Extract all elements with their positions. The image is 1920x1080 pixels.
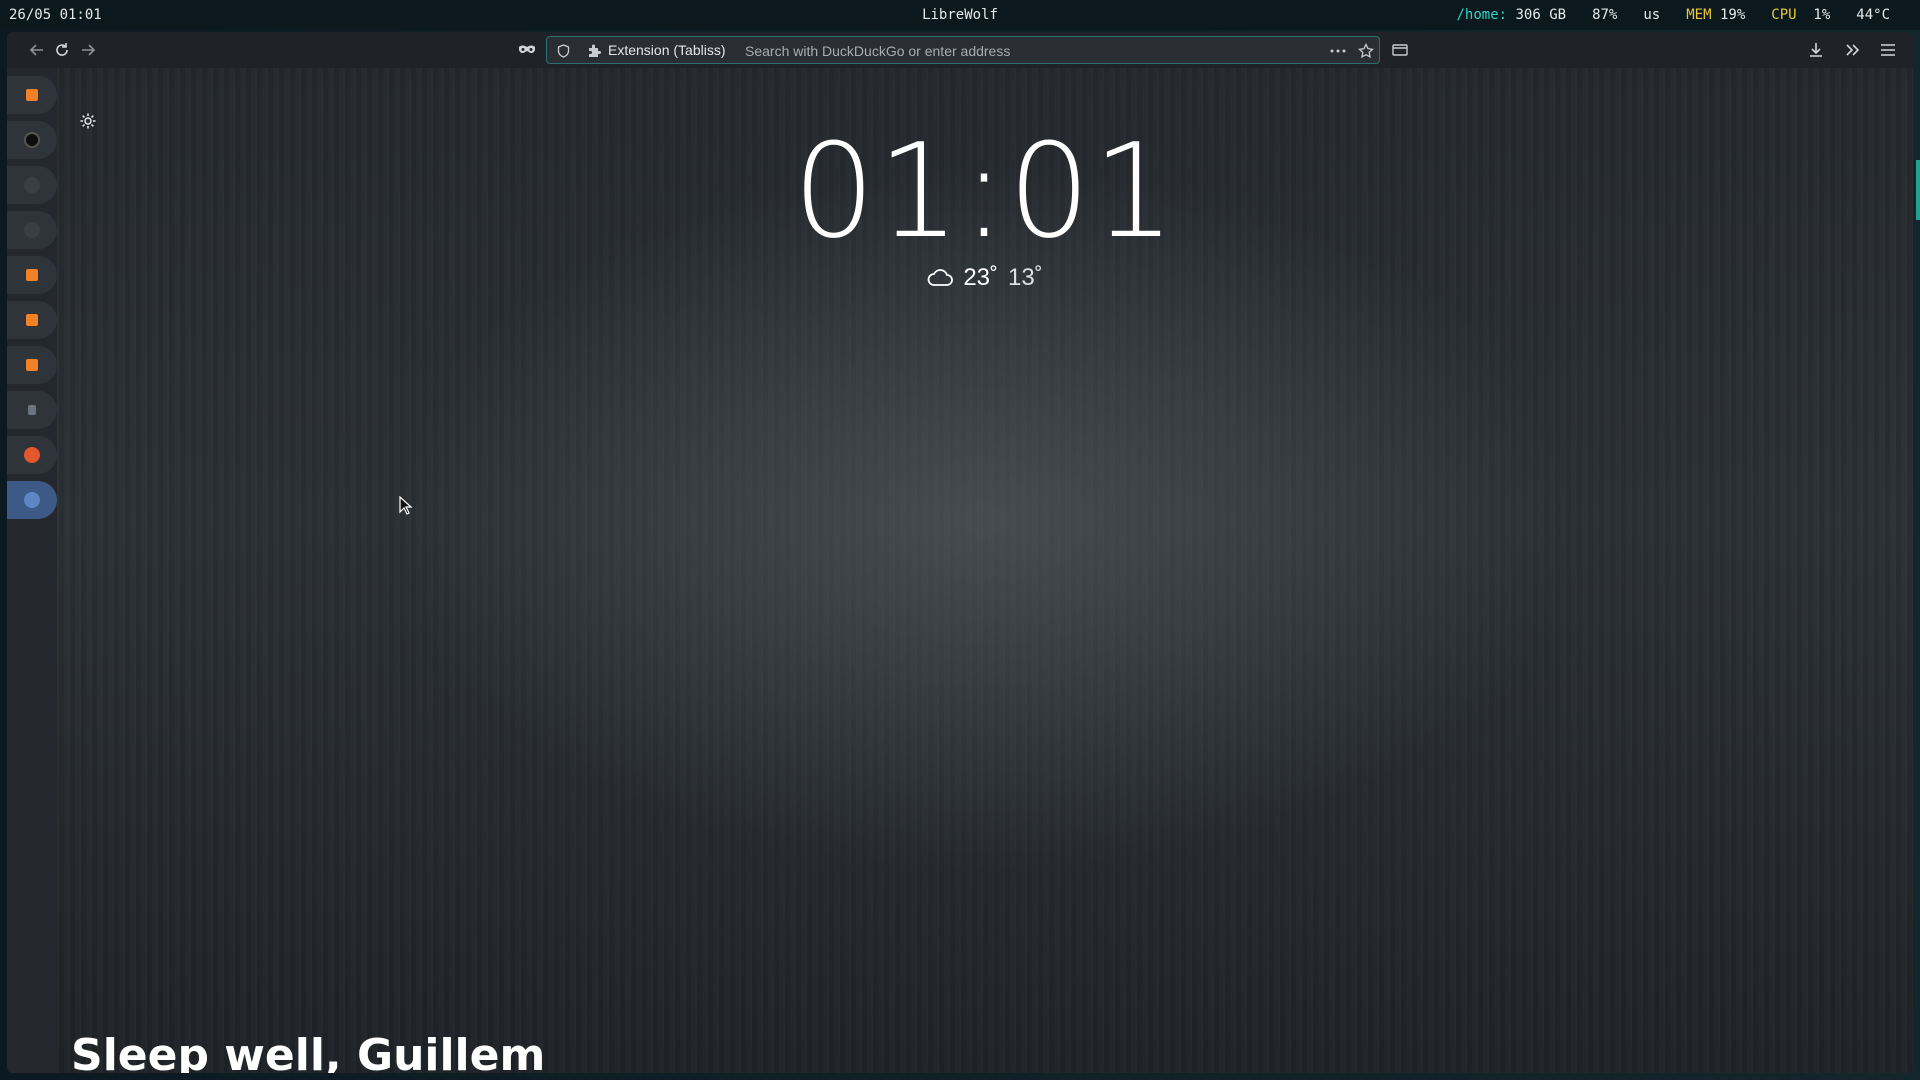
github-icon <box>24 177 40 193</box>
cloud-icon <box>927 269 954 286</box>
tabliss-icon <box>24 492 40 508</box>
tracking-protection-button[interactable] <box>552 40 574 62</box>
overflow-menu-button[interactable] <box>1840 38 1864 62</box>
github-icon <box>24 222 40 238</box>
greeting-message: Sleep well, Guillem <box>71 1030 546 1073</box>
browser-toolbar: Extension (Tabliss) <box>7 32 1913 68</box>
window-icon <box>1392 44 1408 56</box>
extension-identity[interactable]: Extension (Tabliss) <box>587 42 726 58</box>
more-dots-icon <box>1330 49 1346 53</box>
sidebar-tab-stackoverflow-3[interactable] <box>7 301 57 339</box>
stackoverflow-icon <box>26 269 38 281</box>
stackoverflow-icon <box>26 89 38 101</box>
stackoverflow-icon <box>26 359 38 371</box>
page-actions-button[interactable] <box>1327 40 1349 62</box>
newtab-page: 01:01 23˚ 13˚ Sleep well, Guillem <box>57 68 1913 1073</box>
reload-icon <box>56 43 68 56</box>
disk-value: 306 GB <box>1515 7 1567 23</box>
weather-high: 23˚ <box>963 264 998 291</box>
arrow-right-icon <box>82 44 96 56</box>
chevrons-right-icon <box>1846 44 1860 56</box>
window-edge-accent <box>1916 160 1920 220</box>
url-bar[interactable]: Extension (Tabliss) <box>546 36 1380 64</box>
disk-label: /home: <box>1456 7 1508 23</box>
memory-usage: MEM 19% <box>1686 7 1745 23</box>
stackoverflow-icon <box>26 314 38 326</box>
tab-manager-button[interactable] <box>1388 38 1412 62</box>
desktop: 26/05 01:01 LibreWolf /home: 306 GB 87% … <box>0 0 1920 1080</box>
sidebar-tab-stackoverflow[interactable] <box>7 76 57 114</box>
site-favicon-icon <box>28 405 36 415</box>
disk-usage: /home: 306 GB <box>1456 7 1566 23</box>
arrow-left-icon <box>29 44 43 56</box>
clock-time: 01:01 <box>792 115 1178 267</box>
mem-value: 19% <box>1719 7 1746 23</box>
mem-label: MEM <box>1686 7 1712 23</box>
volume-level[interactable]: 87% <box>1592 7 1617 23</box>
private-browsing-button[interactable] <box>515 38 539 62</box>
status-widgets: /home: 306 GB 87% us MEM 19% CPU 1% 44°C <box>1430 7 1890 23</box>
sidebar-tab-current[interactable] <box>7 481 57 519</box>
sidebar-tab-github[interactable] <box>7 166 57 204</box>
extension-label: Extension (Tabliss) <box>608 42 726 58</box>
address-input[interactable] <box>743 40 1307 62</box>
temperature: 44°C <box>1856 7 1890 23</box>
cpu-usage: CPU 1% <box>1771 7 1830 23</box>
star-icon <box>1358 43 1374 59</box>
weather-widget: 23˚ 13˚ <box>57 264 1913 292</box>
downloads-button[interactable] <box>1804 38 1828 62</box>
cpu-label: CPU <box>1771 7 1797 23</box>
sidebar-tab-stackoverflow-2[interactable] <box>7 256 57 294</box>
bookmark-button[interactable] <box>1355 40 1377 62</box>
sidebar-tab-dark-site[interactable] <box>7 121 57 159</box>
sidebar-tab-stackoverflow-4[interactable] <box>7 346 57 384</box>
sidebar-tab-github-2[interactable] <box>7 211 57 249</box>
weather-low: 13˚ <box>1008 264 1043 291</box>
sidebar-tab-ask-site[interactable] <box>7 436 57 474</box>
mask-icon <box>519 45 535 54</box>
back-button[interactable] <box>25 38 49 62</box>
reload-button[interactable] <box>50 38 74 62</box>
puzzle-icon <box>589 44 601 57</box>
ask-site-icon <box>24 447 40 463</box>
cpu-value: 1% <box>1813 7 1831 23</box>
mouse-cursor-icon <box>399 496 413 515</box>
status-bar: 26/05 01:01 LibreWolf /home: 306 GB 87% … <box>0 0 1920 30</box>
keyboard-layout[interactable]: us <box>1643 7 1660 23</box>
hamburger-menu-icon <box>1881 44 1895 56</box>
site-favicon-icon <box>24 132 40 148</box>
sidebar-tab-small-site[interactable] <box>7 391 57 429</box>
forward-button[interactable] <box>76 38 100 62</box>
browser-window: Extension (Tabliss) Search with DuckDuck… <box>7 32 1913 1073</box>
app-menu-button[interactable] <box>1876 38 1900 62</box>
shield-icon <box>557 44 569 58</box>
tab-sidebar <box>7 68 57 1073</box>
download-icon <box>1810 43 1822 57</box>
